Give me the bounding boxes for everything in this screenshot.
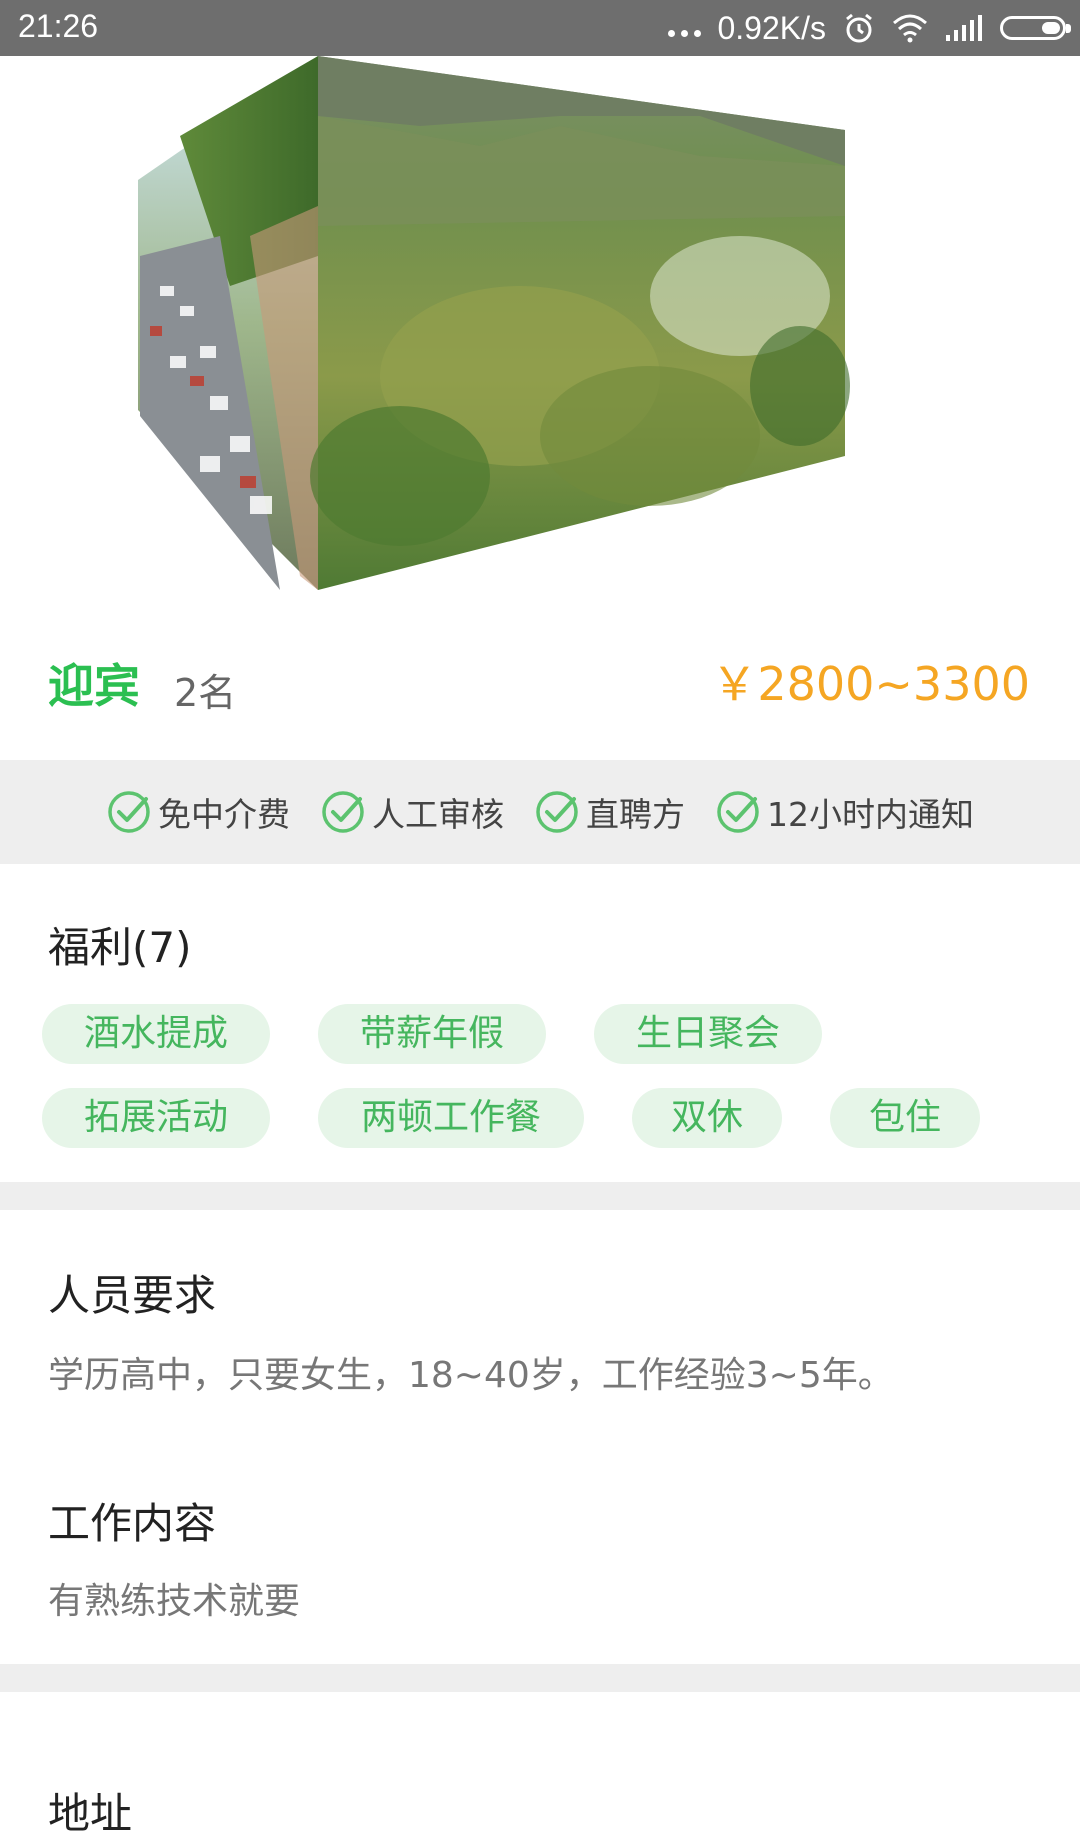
job-salary: ￥2800~3300 bbox=[711, 657, 1030, 711]
guarantee-label: 人工审核 bbox=[372, 795, 504, 834]
check-circle-icon bbox=[717, 791, 759, 833]
cube-front-face-image bbox=[310, 56, 850, 590]
benefits-section: 福利(7) 酒水提成 带薪年假 生日聚会 拓展活动 两顿工作餐 双休 包住 bbox=[0, 864, 1080, 1180]
benefit-tag: 带薪年假 bbox=[318, 1004, 546, 1064]
guarantee-item: 直聘方 bbox=[534, 788, 685, 836]
address-heading: 地址 bbox=[48, 1789, 133, 1838]
benefit-tag: 两顿工作餐 bbox=[318, 1088, 584, 1148]
more-dots-icon bbox=[668, 29, 702, 37]
job-header: 迎宾 2名 ￥2800~3300 bbox=[0, 630, 1080, 730]
benefit-tag: 酒水提成 bbox=[42, 1004, 270, 1064]
requirements-heading: 人员要求 bbox=[48, 1271, 217, 1320]
guarantee-bar: 免中介费 人工审核 直聘方 12小时内通知 bbox=[0, 760, 1080, 864]
job-headcount: 2名 bbox=[174, 671, 237, 715]
work-content-heading: 工作内容 bbox=[48, 1499, 217, 1548]
cube-left-face-image bbox=[138, 56, 318, 590]
guarantee-item: 免中介费 bbox=[106, 788, 290, 836]
status-time: 21:26 bbox=[18, 8, 99, 44]
status-bar: 21:26 0.92K/s bbox=[0, 0, 1080, 56]
guarantee-item: 人工审核 bbox=[320, 788, 504, 836]
status-icons: 0.92K/s bbox=[668, 8, 1071, 48]
check-circle-icon bbox=[536, 791, 578, 833]
benefits-heading: 福利(7) bbox=[48, 923, 192, 972]
wifi-icon bbox=[893, 14, 927, 43]
battery-icon bbox=[1000, 16, 1071, 40]
section-divider bbox=[0, 1182, 1080, 1210]
benefit-tag: 生日聚会 bbox=[594, 1004, 822, 1064]
section-divider bbox=[0, 1664, 1080, 1692]
guarantee-label: 免中介费 bbox=[158, 795, 290, 834]
requirements-text: 学历高中，只要女生，18~40岁，工作经验3~5年。 bbox=[48, 1355, 894, 1396]
network-speed: 0.92K/s bbox=[717, 9, 826, 46]
benefit-tag: 拓展活动 bbox=[42, 1088, 270, 1148]
benefit-tag: 双休 bbox=[632, 1088, 782, 1148]
signal-icon bbox=[946, 15, 982, 41]
guarantee-item: 12小时内通知 bbox=[715, 788, 974, 836]
check-circle-icon bbox=[108, 791, 150, 833]
alarm-icon bbox=[846, 13, 872, 43]
image-cube-carousel[interactable] bbox=[0, 56, 1080, 616]
guarantee-label: 直聘方 bbox=[586, 795, 685, 834]
job-title: 迎宾 bbox=[48, 659, 140, 713]
work-content-text: 有熟练技术就要 bbox=[48, 1581, 301, 1622]
guarantee-label: 12小时内通知 bbox=[767, 795, 974, 834]
check-circle-icon bbox=[322, 791, 364, 833]
benefit-tag: 包住 bbox=[830, 1088, 980, 1148]
